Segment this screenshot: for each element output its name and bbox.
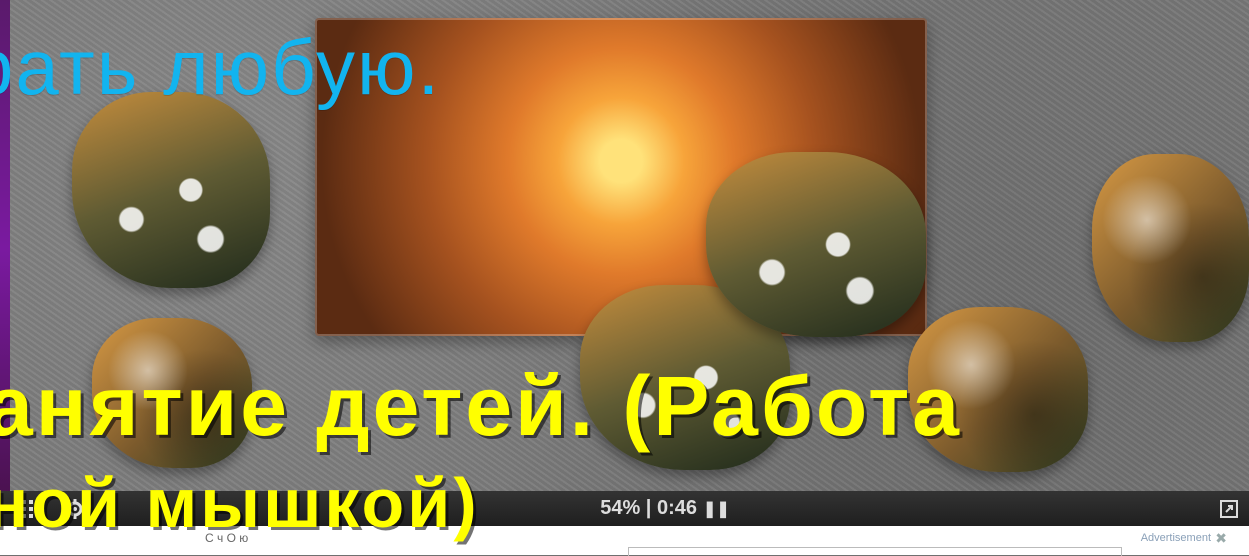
progress-status: 54% | 0:46 ❚❚ bbox=[590, 491, 740, 526]
advertisement-label: Advertisement bbox=[1140, 532, 1211, 544]
overlay-middle-text: анятие детей. (Работа bbox=[0, 359, 962, 453]
expand-icon[interactable] bbox=[1215, 491, 1243, 526]
puzzle-piece[interactable] bbox=[706, 152, 926, 337]
pause-icon[interactable]: ❚❚ bbox=[703, 499, 730, 519]
progress-percent: 54% bbox=[600, 497, 641, 519]
timer: 0:46 bbox=[656, 497, 697, 519]
overlay-top-text: рать любую. bbox=[0, 23, 442, 111]
close-icon[interactable]: ✖ bbox=[1215, 530, 1227, 547]
overlay-bottom-text: ной мышкой) bbox=[0, 464, 480, 542]
puzzle-piece[interactable] bbox=[1092, 154, 1249, 342]
status-separator: | bbox=[640, 497, 657, 519]
puzzle-piece[interactable] bbox=[72, 92, 270, 288]
